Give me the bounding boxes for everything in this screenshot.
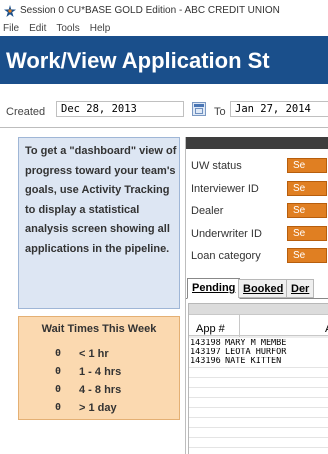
- page-header: Work/View Application St: [0, 36, 328, 84]
- select-uw-status-button[interactable]: Se: [287, 158, 327, 173]
- wait-times-panel: Wait Times This Week 0 < 1 hr 0 1 - 4 hr…: [18, 316, 180, 420]
- menu-tools[interactable]: Tools: [55, 23, 79, 34]
- wait-range: > 1 day: [79, 402, 117, 414]
- applicant-name-cell: LEOTA HURFOR: [225, 348, 287, 357]
- table-row[interactable]: 143197 LEOTA HURFOR: [189, 348, 328, 357]
- created-label: Created: [6, 106, 46, 118]
- filter-label: UW status: [191, 160, 242, 172]
- column-app-number[interactable]: App #: [196, 323, 225, 335]
- filter-label: Dealer: [191, 205, 224, 217]
- filter-dealer: Dealer Se: [186, 201, 328, 221]
- wait-row: 0 > 1 day: [19, 402, 179, 419]
- app-number-cell: 143198: [190, 339, 221, 348]
- dashboard-tip-panel: To get a "dashboard" view of progress to…: [18, 137, 180, 309]
- table-row[interactable]: 143196 NATE KITTEN: [189, 357, 328, 366]
- to-label: To: [214, 106, 226, 118]
- select-loan-category-button[interactable]: Se: [287, 248, 327, 263]
- menu-help[interactable]: Help: [89, 23, 111, 34]
- grid-header-row: App # A: [189, 314, 328, 337]
- wait-row: 0 1 - 4 hrs: [19, 366, 179, 383]
- created-to-field[interactable]: Jan 27, 2014: [230, 101, 328, 117]
- filter-label: Underwriter ID: [191, 228, 262, 240]
- filter-uw-status: UW status Se: [186, 156, 328, 176]
- filter-label: Interviewer ID: [191, 183, 259, 195]
- tab-pending[interactable]: Pending: [187, 278, 241, 299]
- filter-loan-category: Loan category Se: [186, 246, 328, 266]
- date-filter-row: Created Dec 28, 2013 To Jan 27, 2014: [0, 84, 328, 128]
- menu-file[interactable]: File: [2, 23, 19, 34]
- tab-denied[interactable]: Der: [286, 279, 315, 298]
- page-title: Work/View Application St: [6, 48, 270, 73]
- wait-times-title: Wait Times This Week: [41, 323, 157, 335]
- grid-body: 143198 MARY M MEMBE 143197 LEOTA HURFOR …: [189, 338, 328, 454]
- table-row[interactable]: 143198 MARY M MEMBE: [189, 339, 328, 348]
- cubase-star-icon: [4, 4, 16, 17]
- wait-count: 0: [55, 366, 62, 377]
- window-title: Session 0 CU*BASE GOLD Edition - ABC CRE…: [20, 4, 280, 16]
- application-tabs: Pending Booked Der: [186, 277, 328, 299]
- filter-underwriter-id: Underwriter ID Se: [186, 224, 328, 244]
- applicant-name-cell: MARY M MEMBE: [225, 339, 287, 348]
- filter-label: Loan category: [191, 250, 261, 262]
- panel-header-bar: [186, 137, 328, 149]
- tab-booked[interactable]: Booked: [238, 279, 289, 298]
- app-number-cell: 143196: [190, 357, 221, 366]
- select-underwriter-button[interactable]: Se: [287, 226, 327, 241]
- select-interviewer-button[interactable]: Se: [287, 181, 327, 196]
- application-window: Session 0 CU*BASE GOLD Edition - ABC CRE…: [0, 0, 328, 454]
- filter-interviewer-id: Interviewer ID Se: [186, 179, 328, 199]
- wait-range: 1 - 4 hrs: [79, 366, 122, 378]
- app-number-cell: 143197: [190, 348, 221, 357]
- created-from-field[interactable]: Dec 28, 2013: [56, 101, 184, 117]
- select-dealer-button[interactable]: Se: [287, 203, 327, 218]
- applicant-name-cell: NATE KITTEN: [225, 357, 282, 366]
- calendar-icon[interactable]: [192, 102, 206, 116]
- applications-grid: App # A 143198 MARY M MEMBE 143197 LEOTA…: [188, 303, 328, 454]
- wait-count: 0: [55, 384, 62, 395]
- wait-range: 4 - 8 hrs: [79, 384, 122, 396]
- wait-range: < 1 hr: [79, 348, 109, 360]
- wait-row: 0 4 - 8 hrs: [19, 384, 179, 401]
- menu-bar: File Edit Tools Help: [0, 20, 328, 36]
- wait-count: 0: [55, 348, 62, 359]
- wait-row: 0 < 1 hr: [19, 348, 179, 365]
- wait-count: 0: [55, 402, 62, 413]
- applications-panel: UW status Se Interviewer ID Se Dealer Se…: [185, 137, 328, 454]
- title-bar: Session 0 CU*BASE GOLD Edition - ABC CRE…: [0, 0, 328, 20]
- dashboard-tip-text: To get a "dashboard" view of progress to…: [25, 145, 177, 255]
- menu-edit[interactable]: Edit: [28, 23, 46, 34]
